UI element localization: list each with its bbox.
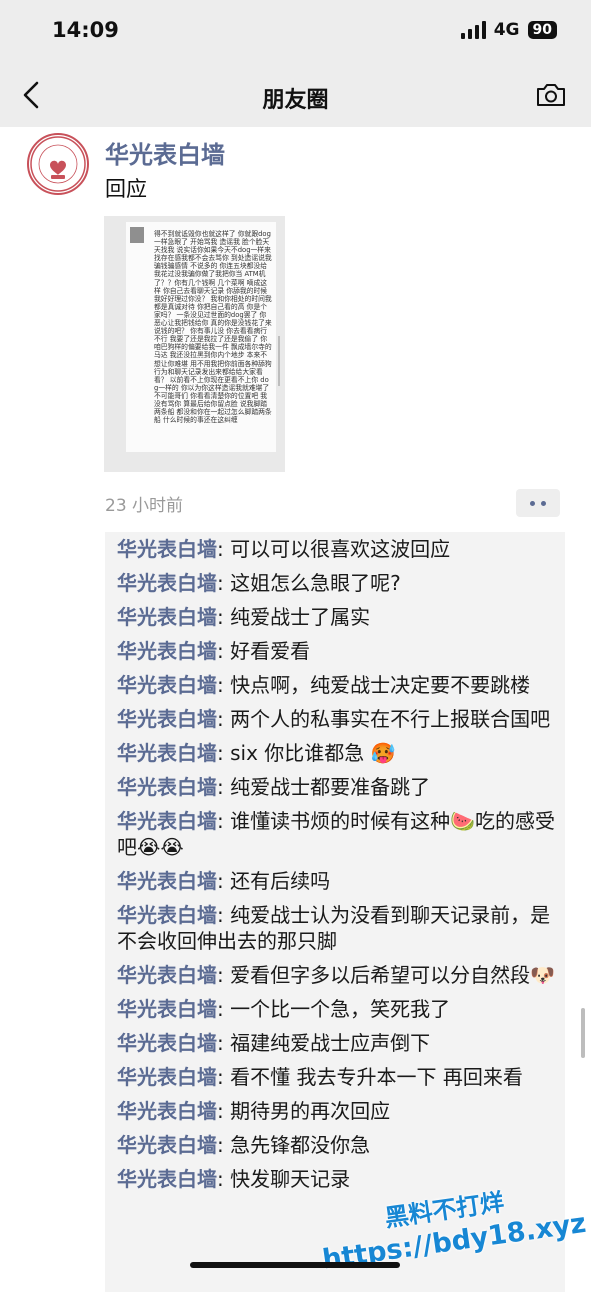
comment-separator: : [217,775,231,799]
comment-item[interactable]: 华光表白墙: 期待男的再次回应 [117,1098,557,1124]
comment-separator: : [217,963,231,987]
comment-author[interactable]: 华光表白墙 [117,775,217,799]
comment-separator: : [217,605,231,629]
comment-author[interactable]: 华光表白墙 [117,963,217,987]
comment-text: 快发聊天记录 [230,1167,351,1191]
avatar[interactable] [27,133,89,195]
comment-separator: : [217,1133,231,1157]
home-indicator[interactable] [190,1262,400,1268]
comment-author[interactable]: 华光表白墙 [117,1065,217,1089]
post-text: 回应 [105,177,147,201]
page-scrollbar[interactable] [581,1008,585,1058]
comment-separator: : [217,1031,231,1055]
comment-text: 快点啊，纯爱战士决定要不要跳楼 [230,673,531,697]
comments-panel: 华光表白墙: 可以可以很喜欢这波回应 华光表白墙: 这姐怎么急眼了呢? 华光表白墙:… [105,532,565,1292]
more-dots-icon[interactable] [516,489,560,517]
comment-text: 一个比一个急，笑死我了 [230,997,451,1021]
comment-text: six 你比谁都急 🥵 [230,741,396,765]
comment-item[interactable]: 华光表白墙: 爱看但字多以后希望可以分自然段🐶 [117,962,557,988]
comment-author[interactable]: 华光表白墙 [117,673,217,697]
comment-author[interactable]: 华光表白墙 [117,1031,217,1055]
comment-text: 纯爱战士了属实 [230,605,371,629]
comment-text: 急先锋都没你急 [230,1133,371,1157]
comment-item[interactable]: 华光表白墙: 一个比一个急，笑死我了 [117,996,557,1022]
comment-author[interactable]: 华光表白墙 [117,605,217,629]
status-time: 14:09 [52,18,119,42]
comment-author[interactable]: 华光表白墙 [117,869,217,893]
comment-separator: : [217,673,231,697]
comment-item[interactable]: 华光表白墙: 纯爱战士认为没看到聊天记录前，是不会收回伸出去的那只脚 [117,902,557,954]
comment-item[interactable]: 华光表白墙: 纯爱战士了属实 [117,604,557,630]
status-icons: 4G 90 [460,20,557,40]
comment-item[interactable]: 华光表白墙: 纯爱战士都要准备跳了 [117,774,557,800]
comment-separator: : [217,1099,231,1123]
comment-author[interactable]: 华光表白墙 [117,707,217,731]
avatar-logo-icon [30,136,86,192]
comment-text: 可以可以很喜欢这波回应 [230,537,451,561]
post-image[interactable]: 得不到就诋毁你也就这样了 你就跟dog一样急眼了 开始骂我 造谣我 脸个脸天天找… [104,216,285,472]
page-title: 朋友圈 [262,88,329,113]
post-time: 23 小时前 [105,496,184,516]
comment-separator: : [217,809,231,833]
comment-separator: : [217,537,231,561]
comment-author[interactable]: 华光表白墙 [117,809,217,833]
camera-icon[interactable] [535,82,567,108]
comment-item[interactable]: 华光表白墙: 福建纯爱战士应声倒下 [117,1030,557,1056]
comment-author[interactable]: 华光表白墙 [117,741,217,765]
chat-avatar [130,227,144,243]
comment-text: 福建纯爱战士应声倒下 [230,1031,431,1055]
comment-author[interactable]: 华光表白墙 [117,571,217,595]
comment-author[interactable]: 华光表白墙 [117,1167,217,1191]
comment-separator: : [217,571,231,595]
comment-separator: : [217,639,231,663]
comment-separator: : [217,869,231,893]
comment-item[interactable]: 华光表白墙: 快点啊，纯爱战士决定要不要跳楼 [117,672,557,698]
battery-icon: 90 [527,21,557,39]
comment-author[interactable]: 华光表白墙 [117,1099,217,1123]
comment-text: 期待男的再次回应 [230,1099,391,1123]
signal-icon [460,21,486,39]
comment-author[interactable]: 华光表白墙 [117,1133,217,1157]
comment-item[interactable]: 华光表白墙: 还有后续吗 [117,868,557,894]
comment-item[interactable]: 华光表白墙: six 你比谁都急 🥵 [117,740,557,766]
comment-text: 爱看但字多以后希望可以分自然段🐶 [230,963,556,987]
comment-separator: : [217,903,231,927]
chat-screenshot: 得不到就诋毁你也就这样了 你就跟dog一样急眼了 开始骂我 造谣我 脸个脸天天找… [126,222,276,452]
comment-item[interactable]: 华光表白墙: 这姐怎么急眼了呢? [117,570,557,596]
comment-item[interactable]: 华光表白墙: 两个人的私事实在不行上报联合国吧 [117,706,557,732]
comment-separator: : [217,1065,231,1089]
comment-item[interactable]: 华光表白墙: 谁懂读书烦的时候有这种🍉吃的感受吧😭😭 [117,808,557,860]
comment-text: 看不懂 我去专升本一下 再回来看 [230,1065,523,1089]
comment-item[interactable]: 华光表白墙: 看不懂 我去专升本一下 再回来看 [117,1064,557,1090]
comment-item[interactable]: 华光表白墙: 急先锋都没你急 [117,1132,557,1158]
network-type: 4G [493,20,520,40]
chat-screenshot-text: 得不到就诋毁你也就这样了 你就跟dog一样急眼了 开始骂我 造谣我 脸个脸天天找… [154,230,272,425]
comment-separator: : [217,1167,231,1191]
comment-text: 还有后续吗 [230,869,331,893]
comment-author[interactable]: 华光表白墙 [117,639,217,663]
comment-list: 华光表白墙: 可以可以很喜欢这波回应 华光表白墙: 这姐怎么急眼了呢? 华光表白墙:… [105,532,565,1192]
image-scrollbar [278,336,280,386]
comment-separator: : [217,997,231,1021]
comment-text: 这姐怎么急眼了呢? [230,571,401,595]
comment-item[interactable]: 华光表白墙: 可以可以很喜欢这波回应 [117,536,557,562]
comment-author[interactable]: 华光表白墙 [117,903,217,927]
comment-text: 纯爱战士都要准备跳了 [230,775,431,799]
comment-text: 两个人的私事实在不行上报联合国吧 [230,707,551,731]
comment-separator: : [217,707,231,731]
comment-author[interactable]: 华光表白墙 [117,537,217,561]
comment-item[interactable]: 华光表白墙: 好看爱看 [117,638,557,664]
comment-text: 好看爱看 [230,639,311,663]
comment-separator: : [217,741,231,765]
post-author[interactable]: 华光表白墙 [105,135,225,170]
comment-author[interactable]: 华光表白墙 [117,997,217,1021]
top-bar: 14:09 4G 90 朋友圈 [0,0,591,127]
